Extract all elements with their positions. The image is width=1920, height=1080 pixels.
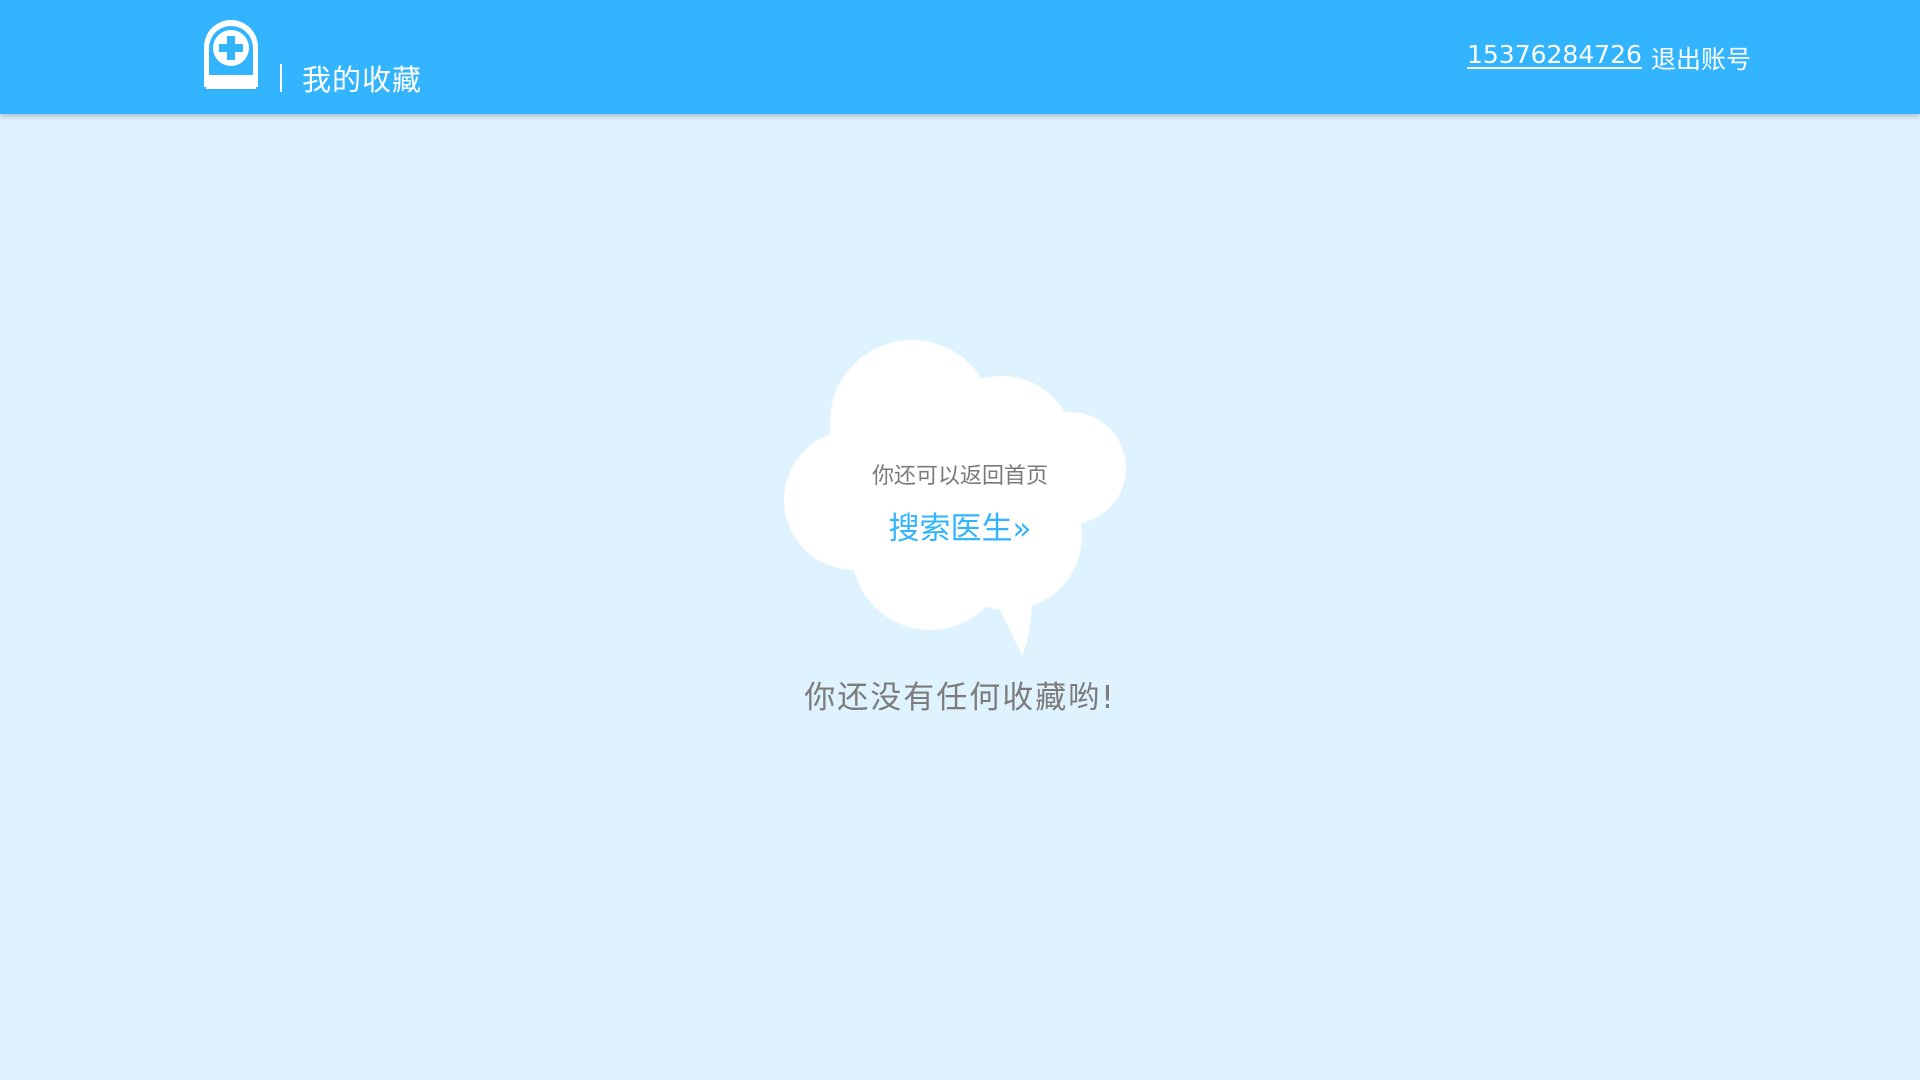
page-title: 我的收藏: [302, 63, 423, 97]
medical-cross-logo-icon[interactable]: [200, 17, 262, 93]
title-divider: [280, 64, 282, 92]
empty-favorites-message: 你还没有任何收藏哟!: [804, 680, 1116, 716]
search-doctor-link[interactable]: 搜索医生»: [760, 503, 1160, 548]
top-header: 我的收藏 15376284726 退出账号: [0, 0, 1920, 114]
return-home-hint: 你还可以返回首页: [871, 464, 1048, 489]
speech-cloud-icon: [770, 340, 1150, 655]
logout-button[interactable]: 退出账号: [1651, 40, 1751, 76]
account-phone-link[interactable]: 15376284726: [1467, 40, 1642, 69]
